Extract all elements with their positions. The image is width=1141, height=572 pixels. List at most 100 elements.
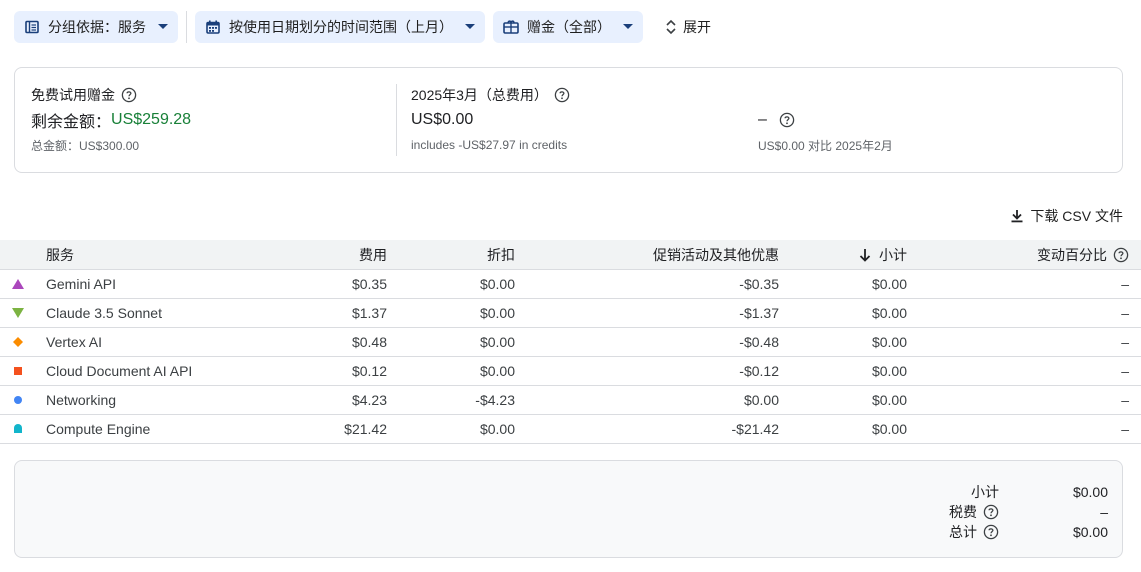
cost-cell: $4.23 (351, 392, 387, 408)
chevron-down-icon (623, 19, 633, 35)
pct-change-cell: – (1121, 421, 1129, 437)
tax-label: 税费 (949, 504, 977, 520)
month-total-section: 2025年3月（总费用） US$0.00 includes -US$27.97 … (411, 85, 570, 153)
summary-card: 免费试用赠金 剩余金额： US$259.28 总金额：US$300.00 202… (14, 67, 1123, 173)
subtotal-cell: $0.00 (871, 392, 907, 408)
chevron-down-icon (158, 19, 168, 35)
subtotal-cell: $0.00 (871, 334, 907, 350)
month-total-value: US$0.00 (411, 111, 474, 128)
diamond-icon (0, 336, 36, 348)
date-range-label: 按使用日期划分的时间范围（上月） (229, 19, 453, 35)
expand-button[interactable]: 展开 (657, 11, 719, 43)
pct-change-cell: – (1121, 363, 1129, 379)
help-icon[interactable] (983, 504, 999, 520)
download-label: 下载 CSV 文件 (1030, 208, 1123, 224)
total-row: 总计 $0.00 (15, 522, 1124, 542)
table-header: 服务 费用 折扣 促销活动及其他优惠 小计 变动百分比 (0, 240, 1141, 270)
remaining-label: 剩余金额： (31, 114, 112, 131)
cost-cell: $21.42 (344, 421, 387, 437)
square-icon (0, 366, 36, 376)
promo-cell: -$21.42 (731, 421, 779, 437)
cost-cell: $0.35 (351, 276, 387, 292)
discount-cell: $0.00 (479, 421, 515, 437)
credits-chip[interactable]: 赠金（全部） (493, 11, 643, 43)
totals-card: 小计 $0.00 税费 – 总计 $0.00 (14, 460, 1123, 558)
summary-divider (396, 84, 397, 156)
service-name: Networking (46, 392, 117, 408)
download-csv-button[interactable]: 下载 CSV 文件 (1010, 206, 1123, 226)
cost-cell: $0.12 (351, 363, 387, 379)
calendar-icon (205, 19, 221, 35)
arrow-down-icon (859, 248, 871, 262)
help-icon[interactable] (121, 87, 137, 103)
tax-row: 税费 – (15, 502, 1124, 522)
total-label: 总计 (949, 524, 977, 540)
promo-cell: -$0.35 (739, 276, 779, 292)
chip-divider (186, 11, 187, 43)
discount-cell: $0.00 (479, 305, 515, 321)
cost-cell: $0.48 (351, 334, 387, 350)
service-name: Gemini API (46, 276, 117, 292)
subtotal-value: $0.00 (1072, 484, 1108, 500)
triangle-up-icon (0, 279, 36, 289)
service-name: Claude 3.5 Sonnet (46, 305, 162, 321)
header-promo[interactable]: 促销活动及其他优惠 (515, 245, 779, 265)
header-subtotal-label: 小计 (879, 246, 907, 263)
table-row[interactable]: Networking $4.23 -$4.23 $0.00 $0.00 – (0, 386, 1141, 415)
help-icon[interactable] (983, 524, 999, 540)
help-icon[interactable] (554, 87, 570, 103)
promo-cell: -$0.48 (739, 334, 779, 350)
month-total-title: 2025年3月（总费用） (411, 87, 548, 103)
subtotal-cell: $0.00 (871, 363, 907, 379)
group-by-chip[interactable]: 分组依据：服务 (14, 11, 178, 43)
discount-cell: -$4.23 (475, 392, 515, 408)
triangle-down-icon (0, 308, 36, 318)
pct-change-cell: – (1121, 305, 1129, 321)
table-row[interactable]: Claude 3.5 Sonnet $1.37 $0.00 -$1.37 $0.… (0, 299, 1141, 328)
discount-cell: $0.00 (479, 334, 515, 350)
subtotal-label: 小计 (971, 484, 999, 500)
cost-cell: $1.37 (351, 305, 387, 321)
expand-label: 展开 (683, 19, 711, 35)
pct-change-cell: – (1121, 392, 1129, 408)
discount-cell: $0.00 (479, 363, 515, 379)
filter-bar: 分组依据：服务 按使用日期划分的时间范围（上月） 赠金（全部） 展开 (14, 11, 719, 43)
table-row[interactable]: Compute Engine $21.42 $0.00 -$21.42 $0.0… (0, 415, 1141, 444)
remaining-value: US$259.28 (111, 111, 192, 128)
table-list-icon (24, 19, 40, 35)
help-icon[interactable] (779, 112, 795, 128)
subtotal-cell: $0.00 (871, 421, 907, 437)
subtotal-cell: $0.00 (871, 276, 907, 292)
download-icon (1010, 209, 1024, 223)
tax-value: – (1100, 504, 1108, 520)
date-range-chip[interactable]: 按使用日期划分的时间范围（上月） (195, 11, 485, 43)
credits-label: 赠金（全部） (527, 19, 611, 35)
discount-cell: $0.00 (479, 276, 515, 292)
chevron-down-icon (465, 19, 475, 35)
promo-cell: -$1.37 (739, 305, 779, 321)
change-note: US$0.00 对比 2025年2月 (758, 138, 893, 153)
change-value: – (758, 111, 767, 128)
pct-change-cell: – (1121, 334, 1129, 350)
table-row[interactable]: Vertex AI $0.48 $0.00 -$0.48 $0.00 – (0, 328, 1141, 357)
header-discount[interactable]: 折扣 (387, 245, 515, 265)
header-cost[interactable]: 费用 (236, 245, 387, 265)
header-subtotal[interactable]: 小计 (779, 245, 907, 265)
total-value: $0.00 (1072, 524, 1108, 540)
table-row[interactable]: Gemini API $0.35 $0.00 -$0.35 $0.00 – (0, 270, 1141, 299)
trial-total: 总金额：US$300.00 (31, 138, 140, 153)
header-pct-label: 变动百分比 (1037, 246, 1107, 263)
header-pct-change[interactable]: 变动百分比 (907, 245, 1129, 265)
cost-table: 服务 费用 折扣 促销活动及其他优惠 小计 变动百分比 Gemini API $… (0, 240, 1141, 444)
pct-change-cell: – (1121, 276, 1129, 292)
service-name: Cloud Document AI API (46, 363, 193, 379)
service-name: Compute Engine (46, 421, 151, 437)
unfold-more-icon (665, 19, 677, 35)
group-by-label: 分组依据：服务 (48, 19, 146, 35)
credit-card-icon (503, 19, 519, 35)
change-section: – US$0.00 对比 2025年2月 (758, 109, 893, 153)
trial-credit-title: 免费试用赠金 (31, 87, 115, 103)
header-service[interactable]: 服务 (36, 245, 236, 265)
help-icon[interactable] (1113, 247, 1129, 263)
table-row[interactable]: Cloud Document AI API $0.12 $0.00 -$0.12… (0, 357, 1141, 386)
